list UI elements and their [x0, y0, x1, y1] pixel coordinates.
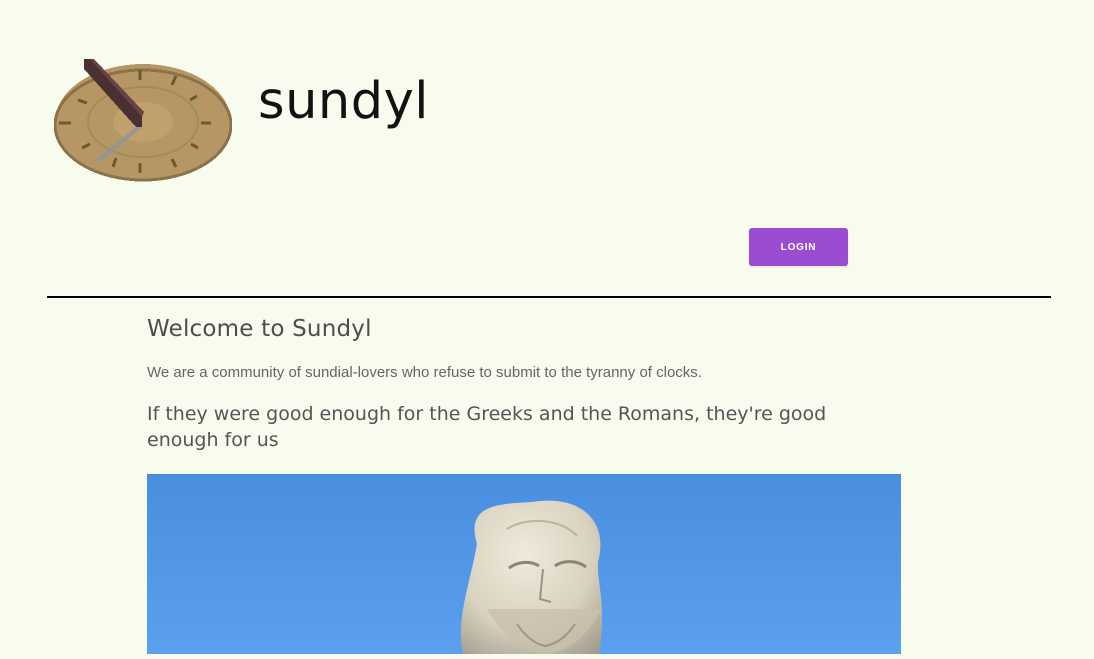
intro-text: We are a community of sundial-lovers who… — [147, 363, 702, 381]
brand-name[interactable]: sundyl — [258, 76, 429, 127]
login-button[interactable]: LOGIN — [749, 228, 848, 266]
sundial-logo-icon[interactable] — [54, 57, 232, 183]
page-title: Welcome to Sundyl — [147, 316, 372, 342]
main-content: Welcome to Sundyl We are a community of … — [147, 298, 901, 654]
statue-image — [147, 473, 901, 654]
section-subtitle: If they were good enough for the Greeks … — [147, 402, 827, 452]
